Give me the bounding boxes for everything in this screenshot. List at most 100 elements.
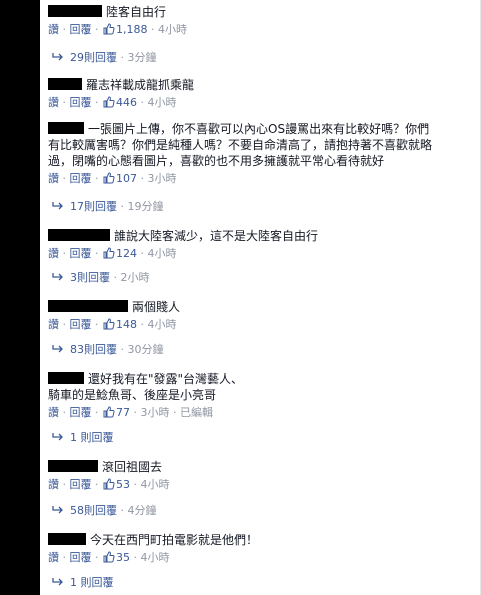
timestamp[interactable]: 4小時 bbox=[158, 23, 187, 36]
comment-text-line: 一張圖片上傳，你不喜歡可以內心OS謾罵出來有比較好嗎？你們 bbox=[88, 122, 430, 136]
reply-arrow-icon bbox=[52, 433, 63, 441]
comment-item: 誰說大陸客減少，這不是大陸客自由行 讚 · 回覆 · 124 · 4小時 bbox=[48, 228, 476, 261]
reply-arrow-icon bbox=[52, 273, 63, 281]
redacted-author-name[interactable] bbox=[48, 122, 84, 134]
reply-link[interactable]: 回覆 bbox=[70, 96, 92, 109]
like-count[interactable]: 1,188 bbox=[116, 23, 148, 36]
like-count[interactable]: 446 bbox=[116, 96, 137, 109]
reply-arrow-icon bbox=[52, 506, 63, 514]
comment-text-line: 有比較厲害嗎？你們是純種人嗎？不要自命清高了，請抱持著不喜歡就略 bbox=[48, 138, 433, 152]
thumbs-up-icon bbox=[103, 551, 115, 563]
comment-body: 今天在西門町拍電影就是他們！ bbox=[48, 532, 476, 548]
comment-actions: 讚 · 回覆 · 1,188 · 4小時 bbox=[48, 23, 187, 36]
view-replies-link[interactable]: 83則回覆 · 30分鐘 bbox=[52, 343, 164, 357]
reply-link[interactable]: 回覆 bbox=[70, 172, 92, 185]
like-count[interactable]: 148 bbox=[116, 318, 137, 331]
redacted-author-name[interactable] bbox=[48, 460, 98, 472]
reply-count[interactable]: 3則回覆 bbox=[70, 271, 110, 284]
comment-text: 誰說大陸客減少，這不是大陸客自由行 bbox=[114, 229, 319, 243]
like-link[interactable]: 讚 bbox=[48, 551, 59, 564]
like-link[interactable]: 讚 bbox=[48, 478, 59, 491]
redacted-author-name[interactable] bbox=[48, 533, 86, 545]
reply-count[interactable]: 1 則回覆 bbox=[70, 431, 114, 444]
like-count[interactable]: 53 bbox=[116, 478, 130, 491]
view-replies-link[interactable]: 17則回覆 · 19分鐘 bbox=[52, 200, 164, 214]
timestamp[interactable]: 4小時 bbox=[141, 478, 170, 491]
like-count[interactable]: 107 bbox=[116, 172, 137, 185]
timestamp[interactable]: 4小時 bbox=[148, 96, 177, 109]
comment-text-line: 過，閉嘴的心態看圖片，喜歡的也不用多擁護就平常心看待就好 bbox=[48, 154, 385, 168]
redacted-author-name[interactable] bbox=[48, 78, 82, 90]
comment-actions: 讚 · 回覆 · 107 · 3小時 bbox=[48, 172, 177, 185]
reply-link[interactable]: 回覆 bbox=[70, 247, 92, 260]
reply-arrow-icon bbox=[52, 578, 63, 586]
like-count[interactable]: 124 bbox=[116, 247, 137, 260]
reply-link[interactable]: 回覆 bbox=[70, 23, 92, 36]
thumbs-up-icon bbox=[103, 96, 115, 108]
thumbs-up-icon bbox=[103, 478, 115, 490]
timestamp[interactable]: 3小時 bbox=[148, 172, 177, 185]
like-count[interactable]: 35 bbox=[116, 551, 130, 564]
reply-time: 2小時 bbox=[120, 271, 150, 284]
like-count[interactable]: 77 bbox=[116, 406, 130, 419]
comment-text: 羅志祥載成龍抓乘龍 bbox=[86, 78, 195, 92]
thumbs-up-icon bbox=[103, 406, 115, 418]
reply-count[interactable]: 17則回覆 bbox=[70, 200, 117, 213]
like-link[interactable]: 讚 bbox=[48, 96, 59, 109]
timestamp[interactable]: 4小時 bbox=[141, 551, 170, 564]
view-replies-link[interactable]: 1 則回覆 bbox=[52, 431, 114, 445]
comment-item: 一張圖片上傳，你不喜歡可以內心OS謾罵出來有比較好嗎？你們 有比較厲害嗎？你們是… bbox=[48, 121, 476, 186]
comment-body: 兩個賤人 bbox=[48, 299, 476, 315]
view-replies-link[interactable]: 29則回覆 · 3分鐘 bbox=[52, 51, 157, 65]
thumbs-up-icon bbox=[103, 318, 115, 330]
reply-link[interactable]: 回覆 bbox=[70, 478, 92, 491]
edited-label[interactable]: 已編輯 bbox=[180, 406, 213, 419]
timestamp[interactable]: 4小時 bbox=[148, 318, 177, 331]
comment-actions: 讚 · 回覆 · 148 · 4小時 bbox=[48, 318, 177, 331]
comment-actions: 讚 · 回覆 · 124 · 4小時 bbox=[48, 247, 177, 260]
comment-actions: 讚 · 回覆 · 77 · 3小時 · 已編輯 bbox=[48, 406, 213, 419]
reply-count[interactable]: 29則回覆 bbox=[70, 51, 117, 64]
view-replies-link[interactable]: 1 則回覆 bbox=[52, 576, 114, 590]
reply-time: 4分鐘 bbox=[127, 504, 157, 517]
comment-item: 羅志祥載成龍抓乘龍 讚 · 回覆 · 446 · 4小時 bbox=[48, 77, 476, 110]
reply-arrow-icon bbox=[52, 345, 63, 353]
comment-body: 陸客自由行 bbox=[48, 4, 476, 20]
redacted-author-name[interactable] bbox=[48, 372, 84, 384]
comment-actions: 讚 · 回覆 · 53 · 4小時 bbox=[48, 478, 170, 491]
comment-text-line: 還好我有在"發露"台灣藝人、 bbox=[88, 372, 244, 386]
timestamp[interactable]: 3小時 bbox=[141, 406, 170, 419]
comment-text: 滾回祖國去 bbox=[102, 460, 163, 474]
reply-time: 19分鐘 bbox=[127, 200, 164, 213]
comment-text-line: 騎車的是鯰魚哥、後座是小亮哥 bbox=[48, 388, 217, 402]
reply-link[interactable]: 回覆 bbox=[70, 406, 92, 419]
comment-body: 誰說大陸客減少，這不是大陸客自由行 bbox=[48, 228, 476, 244]
view-replies-link[interactable]: 58則回覆 · 4分鐘 bbox=[52, 504, 157, 518]
reply-time: 30分鐘 bbox=[127, 343, 164, 356]
reply-count[interactable]: 83則回覆 bbox=[70, 343, 117, 356]
comment-body: 一張圖片上傳，你不喜歡可以內心OS謾罵出來有比較好嗎？你們 bbox=[48, 121, 476, 137]
redacted-author-name[interactable] bbox=[48, 300, 128, 312]
comment-text: 今天在西門町拍電影就是他們！ bbox=[90, 533, 259, 547]
comment-text: 陸客自由行 bbox=[106, 5, 167, 19]
reply-count[interactable]: 58則回覆 bbox=[70, 504, 117, 517]
view-replies-link[interactable]: 3則回覆 · 2小時 bbox=[52, 271, 150, 285]
comment-item: 兩個賤人 讚 · 回覆 · 148 · 4小時 bbox=[48, 299, 476, 332]
comment-body: 羅志祥載成龍抓乘龍 bbox=[48, 77, 476, 93]
like-link[interactable]: 讚 bbox=[48, 172, 59, 185]
comment-actions: 讚 · 回覆 · 446 · 4小時 bbox=[48, 96, 177, 109]
reply-count[interactable]: 1 則回覆 bbox=[70, 576, 114, 589]
redacted-author-name[interactable] bbox=[48, 229, 110, 241]
like-link[interactable]: 讚 bbox=[48, 247, 59, 260]
comment-item: 陸客自由行 讚 · 回覆 · 1,188 · 4小時 bbox=[48, 4, 476, 37]
like-link[interactable]: 讚 bbox=[48, 23, 59, 36]
comment-text: 兩個賤人 bbox=[132, 300, 181, 314]
comment-body: 滾回祖國去 bbox=[48, 459, 476, 475]
like-link[interactable]: 讚 bbox=[48, 318, 59, 331]
timestamp[interactable]: 4小時 bbox=[148, 247, 177, 260]
reply-link[interactable]: 回覆 bbox=[70, 551, 92, 564]
redacted-author-name[interactable] bbox=[48, 5, 102, 17]
reply-link[interactable]: 回覆 bbox=[70, 318, 92, 331]
comment-item: 今天在西門町拍電影就是他們！ 讚 · 回覆 · 35 · 4小時 bbox=[48, 532, 476, 565]
like-link[interactable]: 讚 bbox=[48, 406, 59, 419]
